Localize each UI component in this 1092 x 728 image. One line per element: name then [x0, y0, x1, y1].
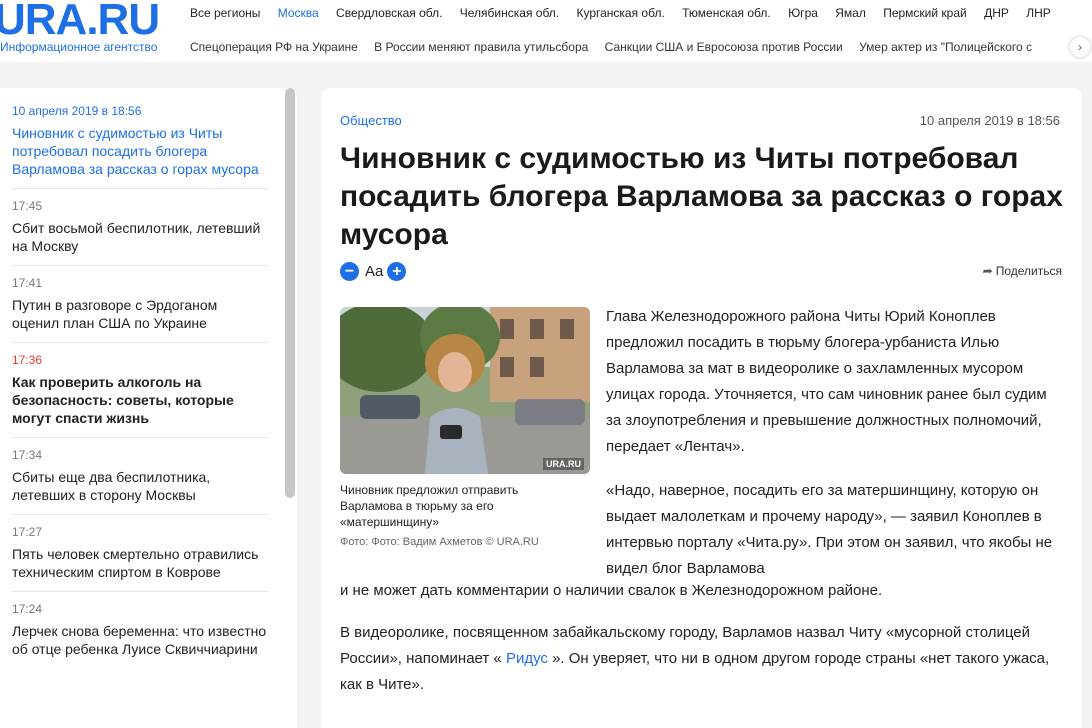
topic-link[interactable]: В России меняют правила утильсбора: [374, 40, 588, 54]
share-label: Поделиться: [995, 264, 1062, 278]
topics-next-button[interactable]: ›: [1070, 37, 1090, 57]
news-time: 17:41: [12, 276, 43, 290]
photo-watermark: URA.RU: [543, 458, 584, 470]
region-link[interactable]: Пермский край: [883, 6, 967, 20]
news-title[interactable]: Лерчек снова беременна: что известно об …: [12, 622, 268, 658]
region-link[interactable]: Тюменская обл.: [682, 6, 771, 20]
topic-link[interactable]: Спецоперация РФ на Украине: [190, 40, 358, 54]
news-feed-item[interactable]: 10 апреля 2019 в 18:56 Чиновник с судимо…: [12, 104, 268, 189]
news-feed-item[interactable]: 17:24 Лерчек снова беременна: что извест…: [12, 602, 268, 668]
region-link[interactable]: Курганская обл.: [576, 6, 664, 20]
article-card: Общество 10 апреля 2019 в 18:56 Чиновник…: [321, 88, 1082, 728]
news-time: 10 апреля 2019 в 18:56: [12, 104, 142, 118]
news-time: 17:36: [12, 353, 43, 367]
news-feed-sidebar: 10 апреля 2019 в 18:56 Чиновник с судимо…: [0, 88, 297, 728]
region-link[interactable]: ДНР: [984, 6, 1009, 20]
logo-subtitle: Информационное агентство: [0, 40, 158, 54]
article-paragraph-2: «Надо, наверное, посадить его за матерши…: [606, 482, 1053, 577]
article-date: 10 апреля 2019 в 18:56: [919, 113, 1060, 128]
news-time: 17:27: [12, 525, 43, 539]
font-increase-button[interactable]: +: [387, 261, 407, 281]
photo-credit: Фото: Фото: Вадим Ахметов © URA.RU: [340, 536, 539, 548]
region-link[interactable]: Все регионы: [190, 6, 260, 20]
region-link[interactable]: ЛНР: [1026, 6, 1051, 20]
region-link[interactable]: Свердловская обл.: [336, 6, 442, 20]
topics-nav: Спецоперация РФ на Украине В России меня…: [190, 40, 1070, 54]
region-link-active[interactable]: Москва: [278, 6, 319, 20]
news-title[interactable]: Сбит восьмой беспилотник, летевший на Мо…: [12, 219, 268, 255]
news-feed-item[interactable]: 17:41 Путин в разговоре с Эрдоганом оцен…: [12, 276, 268, 343]
region-link[interactable]: Ямал: [835, 6, 866, 20]
share-button[interactable]: ➦ Поделиться: [983, 264, 1062, 278]
photo-illustration: [340, 307, 590, 474]
topic-link[interactable]: Умер актер из "Полицейского с: [859, 40, 1032, 54]
sidebar-scrollbar[interactable]: [285, 88, 295, 498]
news-feed-item-highlighted[interactable]: 17:36 Как проверить алкоголь на безопасн…: [12, 353, 268, 438]
news-title[interactable]: Сбиты еще два беспилотника, летевших в с…: [12, 468, 268, 504]
article-paragraph-2-continued: и не может дать комментарии о наличии св…: [340, 582, 883, 599]
source-link-ridus[interactable]: Ридус: [506, 650, 548, 667]
region-link[interactable]: Челябинская обл.: [460, 6, 559, 20]
news-title[interactable]: Чиновник с судимостью из Читы потребовал…: [12, 124, 268, 178]
photo-caption: Чиновник предложил отправить Варламова в…: [340, 483, 519, 529]
news-title[interactable]: Как проверить алкоголь на безопасность: …: [12, 373, 268, 427]
news-time: 17:34: [12, 448, 43, 462]
news-feed-item[interactable]: 17:27 Пять человек смертельно отравились…: [12, 525, 268, 592]
topic-link[interactable]: Санкции США и Евросоюза против России: [605, 40, 843, 54]
news-feed-item[interactable]: 17:45 Сбит восьмой беспилотник, летевший…: [12, 199, 268, 266]
news-feed-item[interactable]: 17:34 Сбиты еще два беспилотника, летевш…: [12, 448, 268, 515]
font-size-controls: − Aa +: [340, 261, 407, 281]
article-photo[interactable]: URA.RU: [340, 307, 590, 474]
share-icon: ➦: [982, 264, 993, 278]
news-title[interactable]: Путин в разговоре с Эрдоганом оценил пла…: [12, 296, 268, 332]
news-title[interactable]: Пять человек смертельно отравились техни…: [12, 545, 268, 581]
regions-nav: Все регионы Москва Свердловская обл. Чел…: [190, 6, 1065, 20]
region-link[interactable]: Югра: [788, 6, 818, 20]
article-headline: Чиновник с судимостью из Читы потребовал…: [340, 142, 1063, 251]
font-decrease-button[interactable]: −: [340, 261, 359, 281]
article-paragraph-1: Глава Железнодорожного района Читы Юрий …: [606, 308, 1047, 455]
article-paragraph-3: В видеоролике, посвященном забайкальском…: [340, 620, 1070, 698]
font-size-label: Aa: [365, 262, 384, 280]
news-time: 17:24: [12, 602, 43, 616]
news-feed-list: 10 апреля 2019 в 18:56 Чиновник с судимо…: [12, 104, 268, 678]
article-rubric-link[interactable]: Общество: [340, 113, 402, 128]
site-header: URA.RU Информационное агентство Все реги…: [0, 0, 1092, 62]
news-time: 17:45: [12, 199, 43, 213]
site-logo[interactable]: URA.RU: [0, 0, 160, 42]
